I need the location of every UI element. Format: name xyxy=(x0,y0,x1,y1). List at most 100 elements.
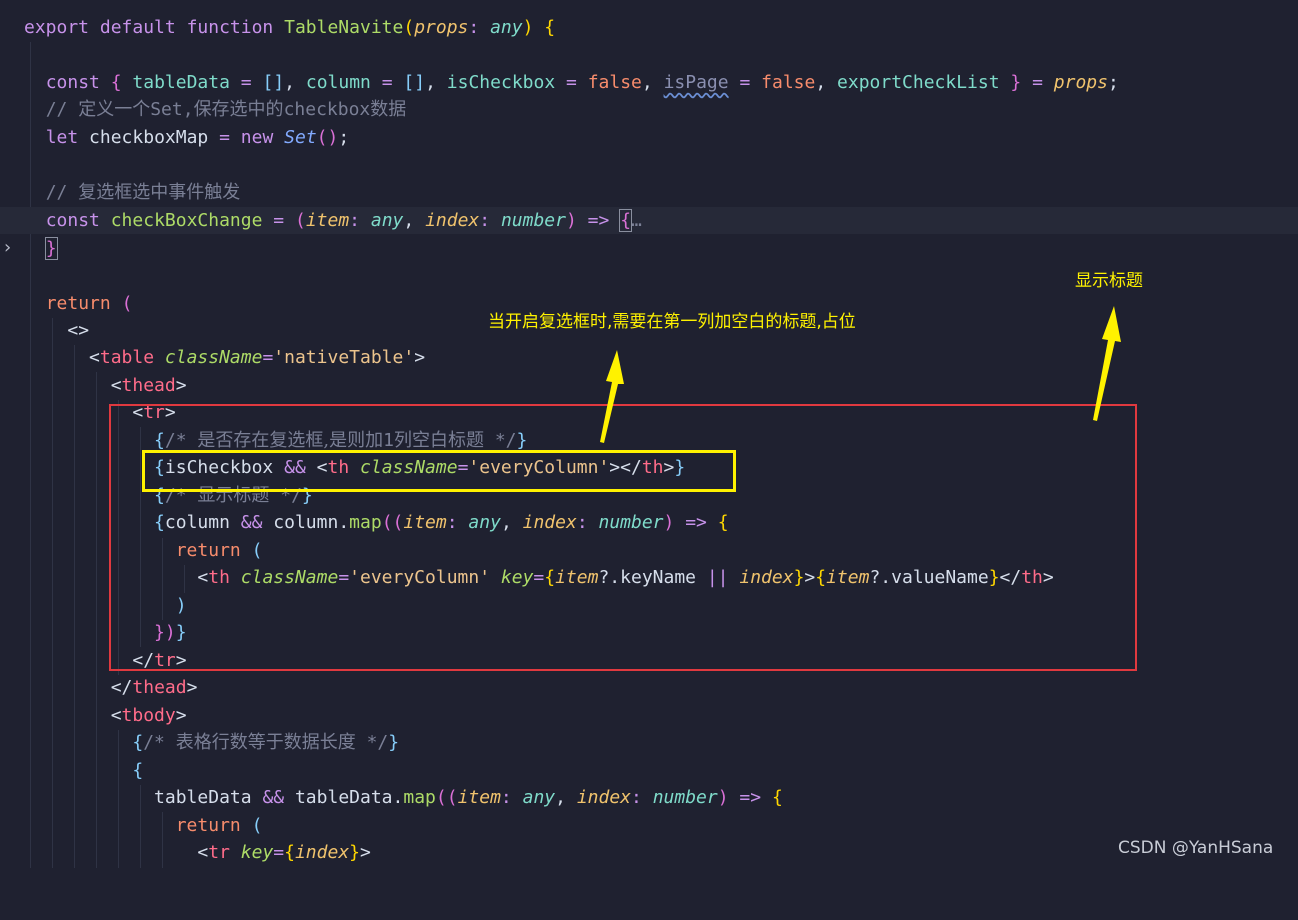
type-name: number xyxy=(598,512,664,533)
code-line[interactable]: // 复选框选中事件触发 xyxy=(0,179,1298,206)
punctuation: < xyxy=(316,457,328,478)
parameter: props xyxy=(1053,72,1108,93)
keyword: const xyxy=(45,210,100,231)
punctuation: < xyxy=(110,705,122,726)
brace: } xyxy=(1010,72,1022,93)
operator: => xyxy=(739,787,762,808)
code-line[interactable]: } xyxy=(0,235,1298,262)
code-line[interactable]: ) xyxy=(0,592,1298,619)
operator: && xyxy=(284,457,306,478)
watermark: CSDN @YanHSana xyxy=(1118,838,1274,858)
operator: = xyxy=(338,567,350,588)
variable: isPage xyxy=(663,72,729,93)
comment: // xyxy=(45,99,79,120)
keyword: return xyxy=(175,540,241,561)
code-line[interactable]: {isCheckbox && <th className='everyColum… xyxy=(0,454,1298,481)
punctuation: > xyxy=(804,567,816,588)
code-line[interactable]: {/* 是否存在复选框,是则加1列空白标题 */} xyxy=(0,427,1298,454)
code-line-current[interactable]: › const checkBoxChange = (item: any, ind… xyxy=(0,207,1298,258)
folded-ellipsis[interactable]: … xyxy=(631,210,642,231)
punctuation: : xyxy=(500,787,512,808)
variable: tableData xyxy=(132,72,230,93)
punctuation: (( xyxy=(435,787,458,808)
punctuation: < xyxy=(197,842,209,863)
punctuation: < xyxy=(197,567,209,588)
punctuation: , xyxy=(425,72,436,93)
comment: /* xyxy=(164,430,198,451)
code-line[interactable]: })} xyxy=(0,619,1298,646)
operator: = xyxy=(457,457,469,478)
punctuation: (( xyxy=(381,512,404,533)
keyword: const xyxy=(45,72,100,93)
operator: = xyxy=(273,210,285,231)
variable: tableData xyxy=(294,787,393,808)
code-line[interactable]: return ( xyxy=(0,812,1298,839)
jsx-attribute: className xyxy=(360,457,458,478)
brace: } xyxy=(44,237,58,260)
jsx-tag: th xyxy=(327,457,350,478)
punctuation: , xyxy=(403,210,415,231)
code-line[interactable]: return ( xyxy=(0,537,1298,564)
code-line[interactable]: <table className='nativeTable'> xyxy=(0,344,1298,371)
method-name: map xyxy=(349,512,382,533)
jsx-tag: tr xyxy=(143,402,165,423)
operator: && xyxy=(240,512,263,533)
brace: } xyxy=(988,567,1000,588)
variable: column xyxy=(164,512,230,533)
punctuation: : xyxy=(468,17,480,38)
comment: checkbox xyxy=(283,99,371,120)
code-line[interactable]: tableData && tableData.map((item: any, i… xyxy=(0,784,1298,811)
brace: { xyxy=(132,732,144,753)
type-name: number xyxy=(652,787,718,808)
operator: && xyxy=(262,787,285,808)
literal: false xyxy=(761,72,816,93)
code-line[interactable]: <tr key={index}> xyxy=(0,839,1298,866)
comment: /* xyxy=(143,732,176,753)
jsx-tag: th xyxy=(1021,567,1043,588)
code-line[interactable]: <tbody> xyxy=(0,702,1298,729)
code-editor[interactable]: export default function TableNavite(prop… xyxy=(0,0,1298,868)
punctuation: , xyxy=(815,72,827,93)
brace: { xyxy=(717,512,729,533)
punctuation: , xyxy=(500,512,512,533)
punctuation: > xyxy=(175,375,187,396)
code-line[interactable]: <tr> xyxy=(0,399,1298,426)
jsx-attribute: key xyxy=(240,842,274,863)
code-line[interactable]: export default function TableNavite(prop… xyxy=(0,14,1298,41)
keyword: export xyxy=(24,17,90,38)
comment: 数据 xyxy=(370,99,407,120)
operator: = xyxy=(240,72,252,93)
code-line[interactable]: { xyxy=(0,757,1298,784)
operator: = xyxy=(739,72,751,93)
code-line[interactable]: {/* 表格行数等于数据长度 */} xyxy=(0,729,1298,756)
jsx-tag: thead xyxy=(121,375,176,396)
function-name: TableNavite xyxy=(284,17,404,38)
code-line[interactable]: {column && column.map((item: any, index:… xyxy=(0,509,1298,536)
punctuation: </ xyxy=(110,677,133,698)
jsx-tag: tbody xyxy=(121,705,176,726)
brace: { xyxy=(619,209,633,232)
keyword: function xyxy=(186,17,274,38)
variable: tableData xyxy=(154,787,252,808)
jsx-tag: tr xyxy=(154,650,176,671)
code-line[interactable]: </tr> xyxy=(0,647,1298,674)
comment: /* xyxy=(164,485,198,506)
code-line[interactable]: const { tableData = [], column = [], isC… xyxy=(0,69,1298,96)
keyword: return xyxy=(175,815,241,836)
punctuation: > xyxy=(164,402,176,423)
code-line[interactable]: </thead> xyxy=(0,674,1298,701)
code-line[interactable]: {/* 显示标题 */} xyxy=(0,482,1298,509)
property: keyName xyxy=(620,567,696,588)
punctuation: < xyxy=(110,375,122,396)
code-line[interactable]: <th className='everyColumn' key={item?.k… xyxy=(0,564,1298,591)
comment: 是否存在复选框,是则加 xyxy=(197,430,384,451)
class-name: Set xyxy=(284,127,317,148)
code-line[interactable]: <thead> xyxy=(0,372,1298,399)
string: 'nativeTable' xyxy=(273,347,415,368)
parameter: index xyxy=(522,512,577,533)
punctuation: ( xyxy=(251,815,263,836)
code-line[interactable]: let checkboxMap = new Set(); xyxy=(0,124,1298,151)
code-line[interactable]: // 定义一个Set,保存选中的checkbox数据 xyxy=(0,96,1298,123)
punctuation: [] xyxy=(262,72,285,93)
method-name: map xyxy=(403,787,436,808)
